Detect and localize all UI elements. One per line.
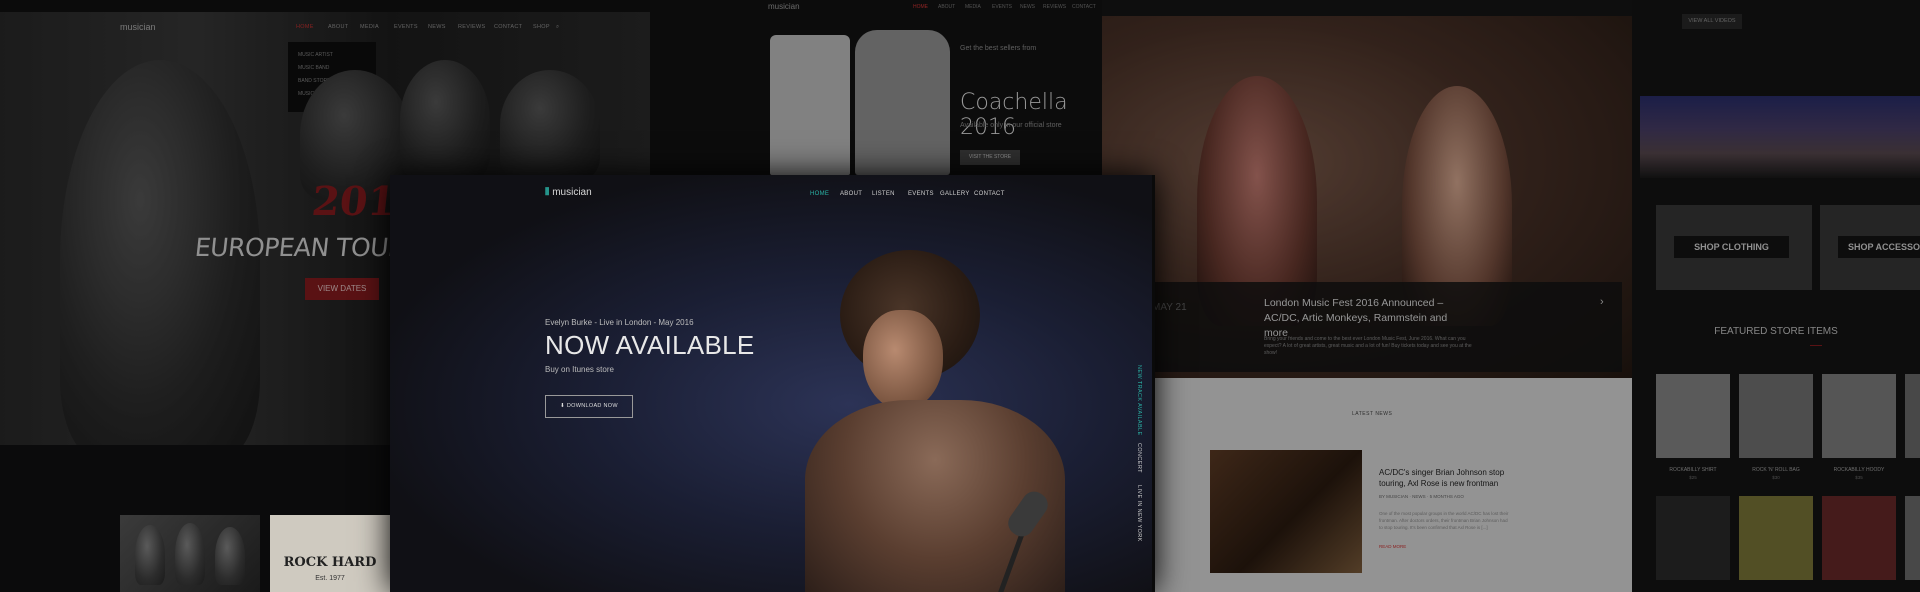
tshirt-product-image[interactable] (770, 35, 850, 175)
logo-mark-icon: ⫴ (545, 187, 550, 198)
nav-events[interactable]: EVENTS (394, 24, 418, 30)
news-title[interactable]: London Music Fest 2016 Announced – AC/DC… (1264, 296, 1464, 341)
nav-reviews[interactable]: REVIEWS (458, 24, 485, 30)
top-nav-bar (1102, 0, 1632, 16)
featured-heading: FEATURED STORE ITEMS (1714, 326, 1838, 337)
album-subtitle: Est. 1977 (315, 575, 345, 582)
promo-note: Available only in our official store (960, 122, 1062, 129)
nav-home[interactable]: HOME (913, 4, 928, 10)
man-photo (400, 60, 490, 180)
news-body: Bring your friends and come to the best … (1264, 336, 1472, 356)
heading-underline (1810, 345, 1822, 346)
dropdown-item[interactable]: MUSIC ARTIST (298, 52, 333, 58)
dropdown-item[interactable]: MUSIC BAND (298, 65, 329, 71)
product-image[interactable] (1656, 496, 1730, 580)
nav-about[interactable]: ABOUT (938, 4, 955, 10)
logo-text: musician (552, 187, 592, 198)
nav-events[interactable]: EVENTS (908, 191, 934, 197)
hero-kicker: Evelyn Burke - Live in London - May 2016 (545, 318, 694, 327)
nav-listen[interactable]: LISTEN (872, 191, 895, 197)
shop-promo-panel: musician HOME ABOUT MEDIA EVENTS NEWS RE… (650, 0, 1102, 175)
logo[interactable]: ⫴ musician (545, 187, 592, 198)
download-now-button[interactable]: ⬇ DOWNLOAD NOW (545, 395, 633, 418)
side-tab-new-track[interactable]: NEW TRACK AVAILABLE (1136, 365, 1142, 436)
product-name[interactable]: ROCKABILLY HOODY (1822, 467, 1896, 473)
news-panel: MAY 21 London Music Fest 2016 Announced … (1102, 0, 1632, 592)
side-tab-live-ny[interactable]: LIVE IN NEW YORK (1136, 485, 1142, 542)
nav-media[interactable]: MEDIA (360, 24, 379, 30)
visit-store-button[interactable]: VISIT THE STORE (960, 150, 1020, 165)
nav-contact[interactable]: CONTACT (1072, 4, 1096, 10)
chevron-right-icon[interactable]: › (1600, 296, 1604, 308)
nav-about[interactable]: ABOUT (328, 24, 348, 30)
concert-stage-photo (1640, 96, 1920, 178)
product-price: $30 (1772, 475, 1780, 480)
man-photo (500, 70, 600, 180)
article-excerpt: One of the most popular groups in the wo… (1379, 511, 1509, 530)
product-image[interactable] (1905, 496, 1920, 580)
social-bar (0, 0, 650, 12)
band-photo-thumbnail[interactable] (120, 515, 260, 592)
product-price: $25 (1689, 475, 1697, 480)
product-image[interactable] (1739, 374, 1813, 458)
promo-title: Coachella 2016 (960, 90, 1068, 140)
nav-contact[interactable]: CONTACT (494, 24, 522, 30)
hero-subtitle: Buy on Itunes store (545, 365, 614, 374)
store-panel: VIEW ALL VIDEOS SHOP CLOTHING SHOP ACCES… (1632, 0, 1920, 592)
download-label: DOWNLOAD NOW (566, 403, 618, 409)
logo[interactable]: musician (768, 2, 800, 11)
singer-photo (745, 250, 1085, 592)
shop-accessories-label[interactable]: SHOP ACCESSORIES (1838, 236, 1920, 258)
promo-kicker: Get the best sellers from (960, 45, 1037, 52)
view-dates-button[interactable]: VIEW DATES (305, 278, 379, 300)
nav-home[interactable]: HOME (296, 24, 314, 30)
download-icon: ⬇ (560, 403, 567, 409)
nav-media[interactable]: MEDIA (965, 4, 981, 10)
hoodie-product-image[interactable] (855, 30, 950, 175)
read-more-link[interactable]: READ MORE (1379, 544, 1406, 549)
article-title[interactable]: AC/DC's singer Brian Johnson stop tourin… (1379, 467, 1529, 489)
guitar-photo[interactable] (1210, 450, 1362, 573)
nav-reviews[interactable]: REVIEWS (1043, 4, 1066, 10)
album-cover-thumbnail[interactable]: ROCK HARD Est. 1977 (270, 515, 390, 592)
article-meta: BY MUSICIAN · NEWS · 5 MONTHS AGO (1379, 494, 1464, 499)
section-title: LATEST NEWS (1352, 411, 1393, 417)
logo[interactable]: musician (120, 22, 156, 32)
product-image[interactable] (1739, 496, 1813, 580)
hero-screenshot: ⫴ musician HOME ABOUT LISTEN EVENTS GALLE… (390, 175, 1155, 592)
nav-gallery[interactable]: GALLERY (940, 191, 970, 197)
product-image[interactable] (1822, 374, 1896, 458)
nav-shop[interactable]: SHOP (533, 24, 550, 30)
product-image[interactable] (1822, 496, 1896, 580)
nav-home[interactable]: HOME (810, 191, 829, 197)
shop-clothing-label[interactable]: SHOP CLOTHING (1674, 236, 1789, 258)
product-image[interactable] (1905, 374, 1920, 458)
nav-news[interactable]: NEWS (1020, 4, 1035, 10)
side-tab-bar (1152, 175, 1155, 592)
product-image[interactable] (1656, 374, 1730, 458)
nav-about[interactable]: ABOUT (840, 191, 862, 197)
news-date: MAY 21 (1152, 302, 1187, 313)
nav-events[interactable]: EVENTS (992, 4, 1012, 10)
product-price: $35 (1855, 475, 1863, 480)
search-icon[interactable]: ⌕ (556, 24, 559, 31)
album-title: ROCK HARD (283, 555, 377, 570)
view-all-videos-button[interactable]: VIEW ALL VIDEOS (1682, 14, 1742, 29)
hero-title: NOW AVAILABLE (545, 330, 755, 360)
product-name[interactable]: ROCK 'N' ROLL BAG (1739, 467, 1813, 473)
side-tab-concert[interactable]: CONCERT (1136, 443, 1142, 473)
product-name[interactable]: ROCKABILLY SHIRT (1656, 467, 1730, 473)
nav-news[interactable]: NEWS (428, 24, 446, 30)
nav-contact[interactable]: CONTACT (974, 191, 1005, 197)
